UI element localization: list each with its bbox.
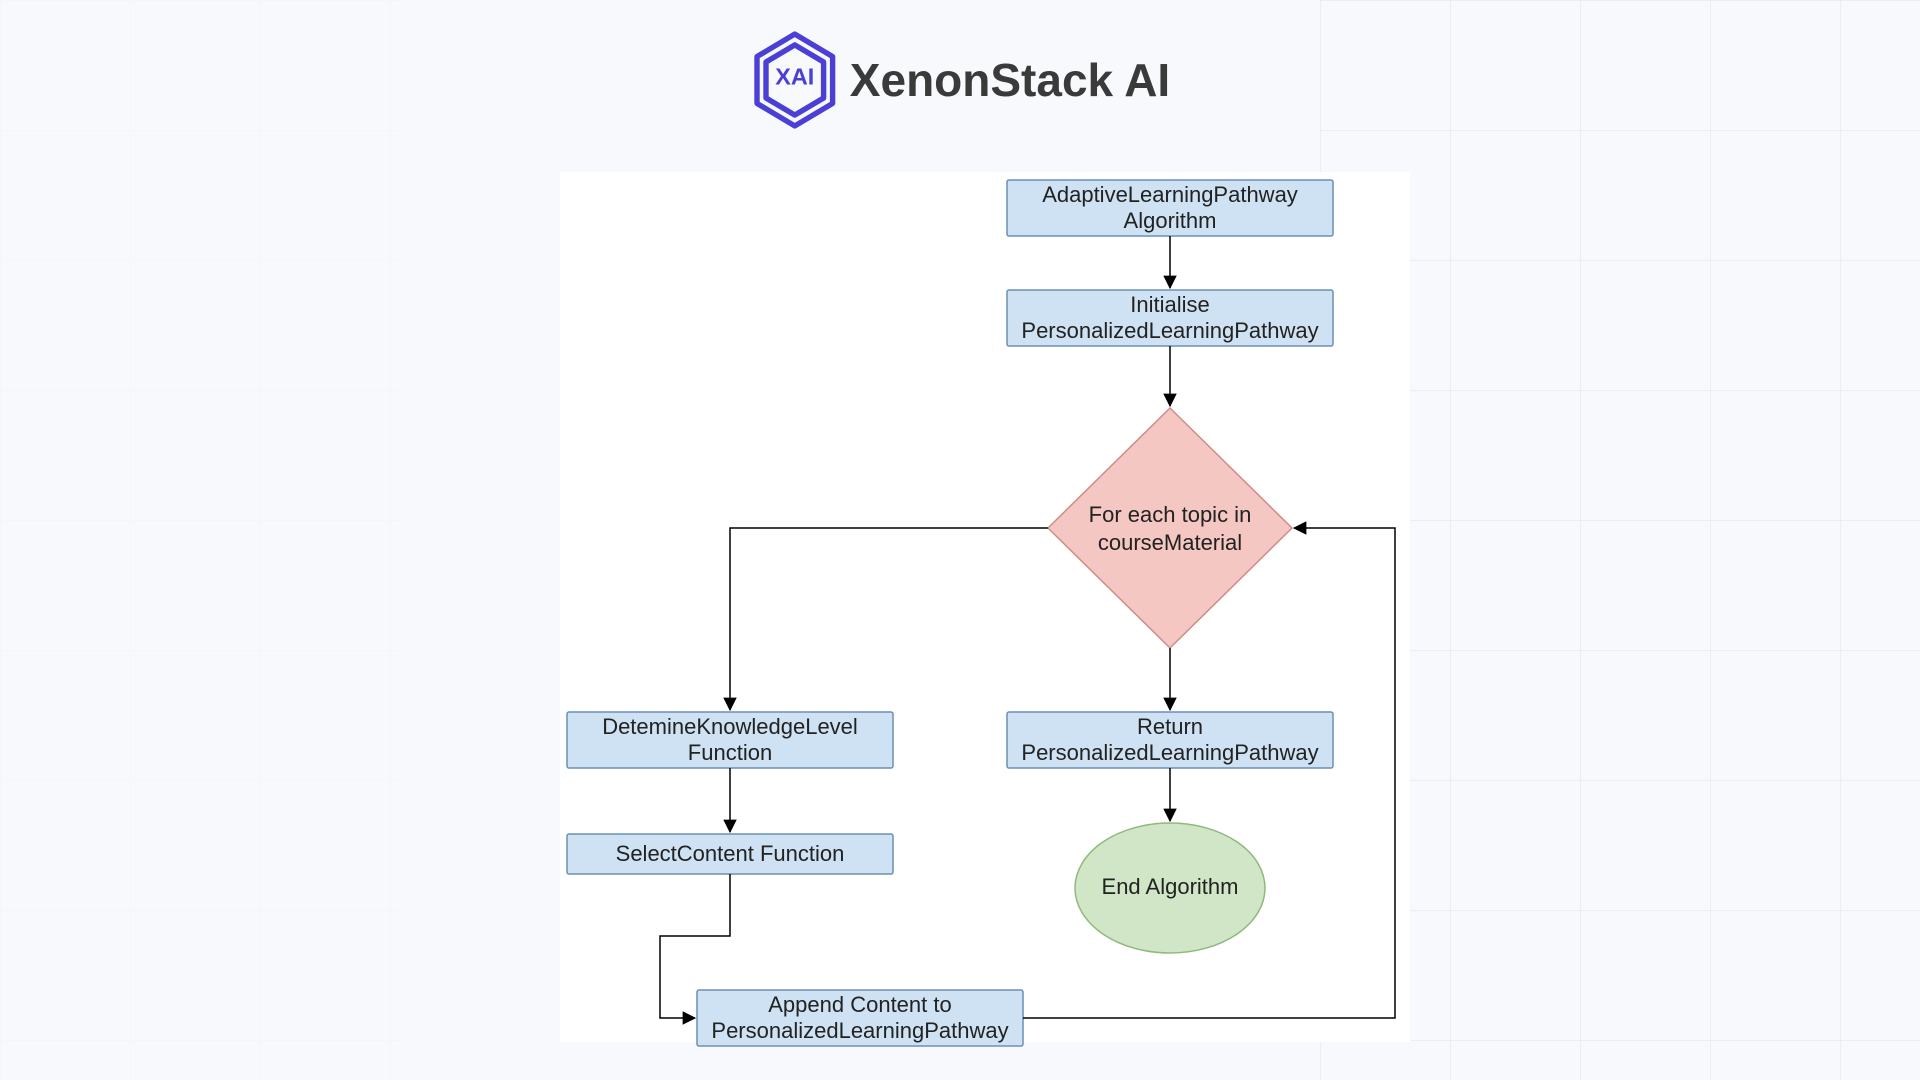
node-select-line1: SelectContent Function <box>616 841 845 866</box>
node-determine: DetemineKnowledgeLevel Function <box>567 712 893 768</box>
node-start-line1: AdaptiveLearningPathway <box>1042 182 1298 207</box>
node-loop-line1: For each topic in <box>1089 502 1252 527</box>
node-loop: For each topic in courseMaterial <box>1048 408 1292 648</box>
node-select: SelectContent Function <box>567 834 893 874</box>
node-init: Initialise PersonalizedLearningPathway <box>1007 290 1333 346</box>
node-determine-line1: DetemineKnowledgeLevel <box>602 714 858 739</box>
node-append-line1: Append Content to <box>768 992 951 1017</box>
node-start: AdaptiveLearningPathway Algorithm <box>1007 180 1333 236</box>
node-append-line2: PersonalizedLearningPathway <box>711 1018 1008 1043</box>
brand-logo-icon: XAI <box>750 30 840 130</box>
brand-name: XenonStack AI <box>850 53 1170 107</box>
node-return-line2: PersonalizedLearningPathway <box>1021 740 1318 765</box>
node-end-line1: End Algorithm <box>1102 874 1239 899</box>
background-grid-right <box>1320 0 1920 1080</box>
background-grid-left <box>0 0 400 1080</box>
node-loop-line2: courseMaterial <box>1098 530 1242 555</box>
node-init-line2: PersonalizedLearningPathway <box>1021 318 1318 343</box>
node-init-line1: Initialise <box>1130 292 1209 317</box>
flowchart-diagram: AdaptiveLearningPathway Algorithm Initia… <box>560 172 1410 1042</box>
node-return: Return PersonalizedLearningPathway <box>1007 712 1333 768</box>
node-append: Append Content to PersonalizedLearningPa… <box>697 990 1023 1046</box>
edge-loop-determine <box>730 528 1048 710</box>
node-determine-line2: Function <box>688 740 772 765</box>
node-end: End Algorithm <box>1075 823 1265 953</box>
node-start-line2: Algorithm <box>1124 208 1217 233</box>
brand-logo-mark: XAI <box>775 64 814 90</box>
brand-header: XAI XenonStack AI <box>750 30 1170 130</box>
node-return-line1: Return <box>1137 714 1203 739</box>
